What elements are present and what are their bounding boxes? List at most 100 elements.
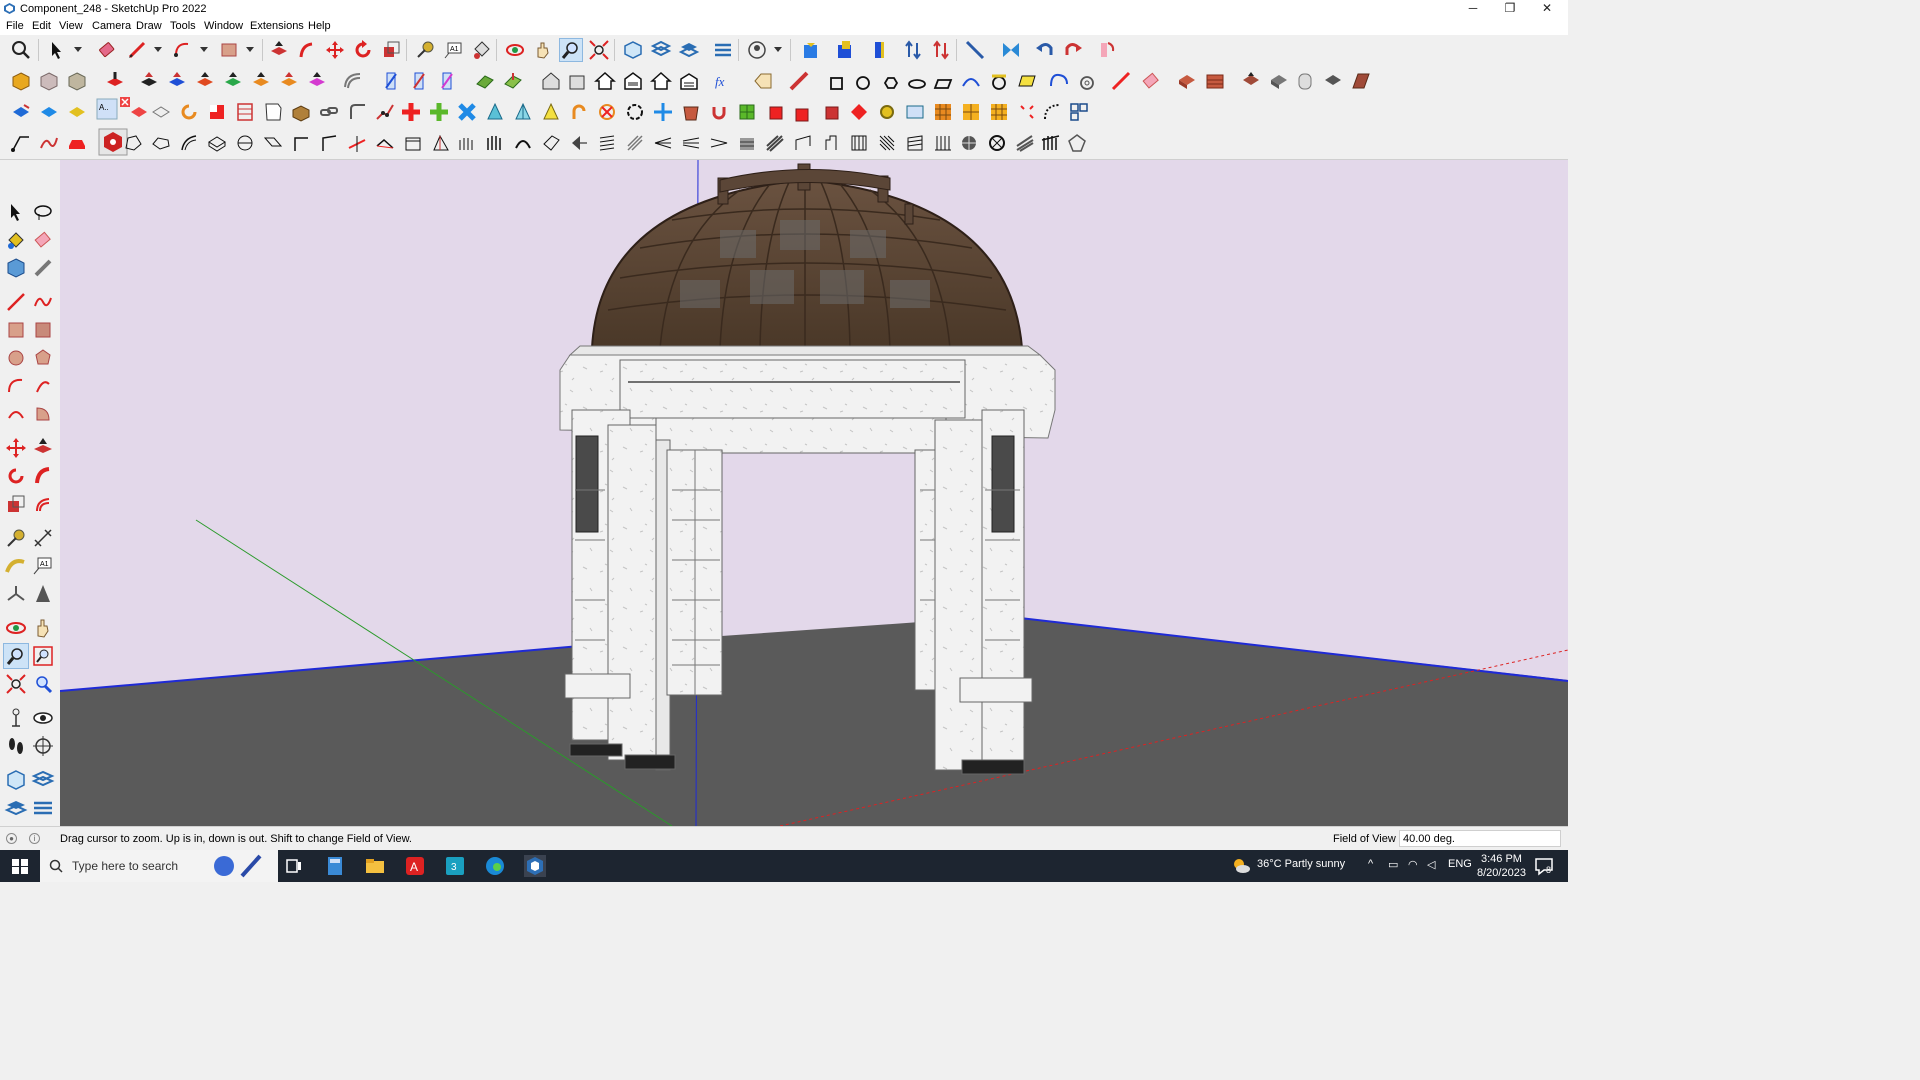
wifi-icon[interactable]: ◠ bbox=[1408, 858, 1418, 871]
pan-icon[interactable] bbox=[532, 39, 554, 61]
select-tool-icon[interactable] bbox=[46, 39, 68, 61]
stack-icon[interactable] bbox=[234, 101, 256, 123]
extension-warehouse-icon[interactable] bbox=[834, 39, 856, 61]
component-box-3-icon[interactable] bbox=[66, 70, 88, 92]
hatch-21-icon[interactable] bbox=[1014, 132, 1036, 154]
label-tag-icon[interactable] bbox=[752, 70, 774, 92]
previous-view-left-icon[interactable] bbox=[31, 672, 55, 696]
task-view-icon[interactable] bbox=[283, 855, 305, 877]
circle-shape-icon[interactable] bbox=[852, 70, 874, 92]
line-left-icon[interactable] bbox=[4, 290, 28, 314]
component-box-2-icon[interactable] bbox=[38, 70, 60, 92]
hook-icon[interactable] bbox=[568, 101, 590, 123]
push-pull-left-icon[interactable] bbox=[31, 436, 55, 460]
outline-2-icon[interactable] bbox=[150, 132, 172, 154]
paint-bucket-left-icon[interactable] bbox=[4, 228, 28, 252]
ellipse-shape-icon[interactable] bbox=[906, 70, 928, 92]
push-pull-icon[interactable] bbox=[268, 39, 290, 61]
cone-2-icon[interactable] bbox=[512, 101, 534, 123]
window-frame-icon[interactable] bbox=[904, 101, 926, 123]
hatch-17-icon[interactable] bbox=[904, 132, 926, 154]
minimize-button[interactable]: ─ bbox=[1455, 0, 1491, 18]
section-plane-left-icon[interactable] bbox=[31, 734, 55, 758]
brick-6-icon[interactable] bbox=[1322, 70, 1344, 92]
notification-icon[interactable] bbox=[1533, 855, 1555, 877]
menu-file[interactable]: File bbox=[6, 20, 24, 32]
brick-2-icon[interactable] bbox=[1204, 70, 1226, 92]
home-icon[interactable] bbox=[594, 70, 616, 92]
menu-edit[interactable]: Edit bbox=[32, 20, 51, 32]
bucket-icon[interactable] bbox=[680, 101, 702, 123]
hexagon-shape-icon[interactable] bbox=[880, 70, 902, 92]
gear-icon[interactable] bbox=[876, 101, 898, 123]
red-box-2-icon[interactable] bbox=[792, 101, 814, 123]
triangle-icon[interactable] bbox=[540, 101, 562, 123]
layers-icon[interactable] bbox=[650, 39, 672, 61]
rotate-icon[interactable] bbox=[352, 39, 374, 61]
ruler-pen-icon[interactable] bbox=[788, 70, 810, 92]
hatch-12-icon[interactable] bbox=[764, 132, 786, 154]
measure-arrow-icon[interactable] bbox=[964, 39, 986, 61]
hatch-11-icon[interactable] bbox=[736, 132, 758, 154]
donut-shape-icon[interactable] bbox=[1076, 70, 1098, 92]
arc-3-left-icon[interactable] bbox=[4, 402, 28, 426]
pencil-left-icon[interactable] bbox=[31, 256, 55, 280]
undo-icon[interactable] bbox=[1034, 39, 1056, 61]
page-icon[interactable] bbox=[262, 101, 284, 123]
brick-7-icon[interactable] bbox=[1350, 70, 1372, 92]
hatch-22-icon[interactable] bbox=[1040, 132, 1062, 154]
file-explorer-icon[interactable] bbox=[364, 855, 386, 877]
section-cut-2-icon[interactable] bbox=[408, 70, 430, 92]
cone-icon[interactable] bbox=[484, 101, 506, 123]
text-label-icon[interactable]: A.. bbox=[96, 98, 118, 120]
blue-curve-icon[interactable] bbox=[1048, 70, 1070, 92]
rotate-orange-icon[interactable] bbox=[178, 101, 200, 123]
rotate-left-icon[interactable] bbox=[4, 464, 28, 488]
arc-dropdown-icon[interactable] bbox=[200, 47, 208, 52]
outline-9-icon[interactable] bbox=[374, 132, 396, 154]
hatch-15-icon[interactable] bbox=[848, 132, 870, 154]
close-button[interactable]: ✕ bbox=[1529, 0, 1565, 18]
offset-left-icon[interactable] bbox=[31, 492, 55, 516]
hatch-8-icon[interactable] bbox=[652, 132, 674, 154]
zoom-window-left-icon[interactable] bbox=[31, 644, 55, 668]
section-cut-1-icon[interactable] bbox=[380, 70, 402, 92]
push-7-icon[interactable] bbox=[306, 70, 328, 92]
parallelogram-shape-icon[interactable] bbox=[932, 70, 954, 92]
line-dropdown-icon[interactable] bbox=[154, 47, 162, 52]
brick-5-icon[interactable] bbox=[1294, 70, 1316, 92]
outline-8-icon[interactable] bbox=[318, 132, 340, 154]
pie-left-icon[interactable] bbox=[31, 402, 55, 426]
red-box-3-icon[interactable] bbox=[820, 101, 842, 123]
menu-window[interactable]: Window bbox=[204, 20, 243, 32]
3d-warehouse-icon[interactable] bbox=[800, 39, 822, 61]
outline-11-icon[interactable] bbox=[430, 132, 452, 154]
blue-plane-1-icon[interactable] bbox=[10, 101, 32, 123]
function-icon[interactable]: fx bbox=[712, 70, 734, 92]
red-cross-icon[interactable] bbox=[400, 101, 422, 123]
section-plane-icon[interactable] bbox=[678, 39, 700, 61]
hatch-10-icon[interactable] bbox=[708, 132, 730, 154]
hatch-13-icon[interactable] bbox=[792, 132, 814, 154]
follow-me-left-icon[interactable] bbox=[31, 464, 55, 488]
walk-left-icon[interactable] bbox=[4, 734, 28, 758]
garage-icon[interactable] bbox=[678, 70, 700, 92]
terrain-icon[interactable] bbox=[474, 70, 496, 92]
arrows-icon[interactable] bbox=[652, 101, 674, 123]
rotated-rect-left-icon[interactable] bbox=[31, 318, 55, 342]
solid-push-icon[interactable] bbox=[104, 70, 126, 92]
brick-4-icon[interactable] bbox=[1268, 70, 1290, 92]
polyline-icon[interactable] bbox=[10, 132, 32, 154]
house-3-icon[interactable] bbox=[622, 70, 644, 92]
grid-box-2-icon[interactable] bbox=[960, 101, 982, 123]
spiral-shape-icon[interactable] bbox=[988, 70, 1010, 92]
restore-button[interactable]: ❐ bbox=[1492, 0, 1528, 18]
grid-box-3-icon[interactable] bbox=[988, 101, 1010, 123]
orbit-icon[interactable] bbox=[504, 39, 526, 61]
hatch-7-icon[interactable] bbox=[624, 132, 646, 154]
yellow-plane-icon[interactable] bbox=[66, 101, 88, 123]
outline-3-icon[interactable] bbox=[178, 132, 200, 154]
text-tool-icon[interactable]: A1 bbox=[442, 39, 464, 61]
red-car-icon[interactable] bbox=[66, 132, 88, 154]
paper-icon[interactable] bbox=[150, 101, 172, 123]
